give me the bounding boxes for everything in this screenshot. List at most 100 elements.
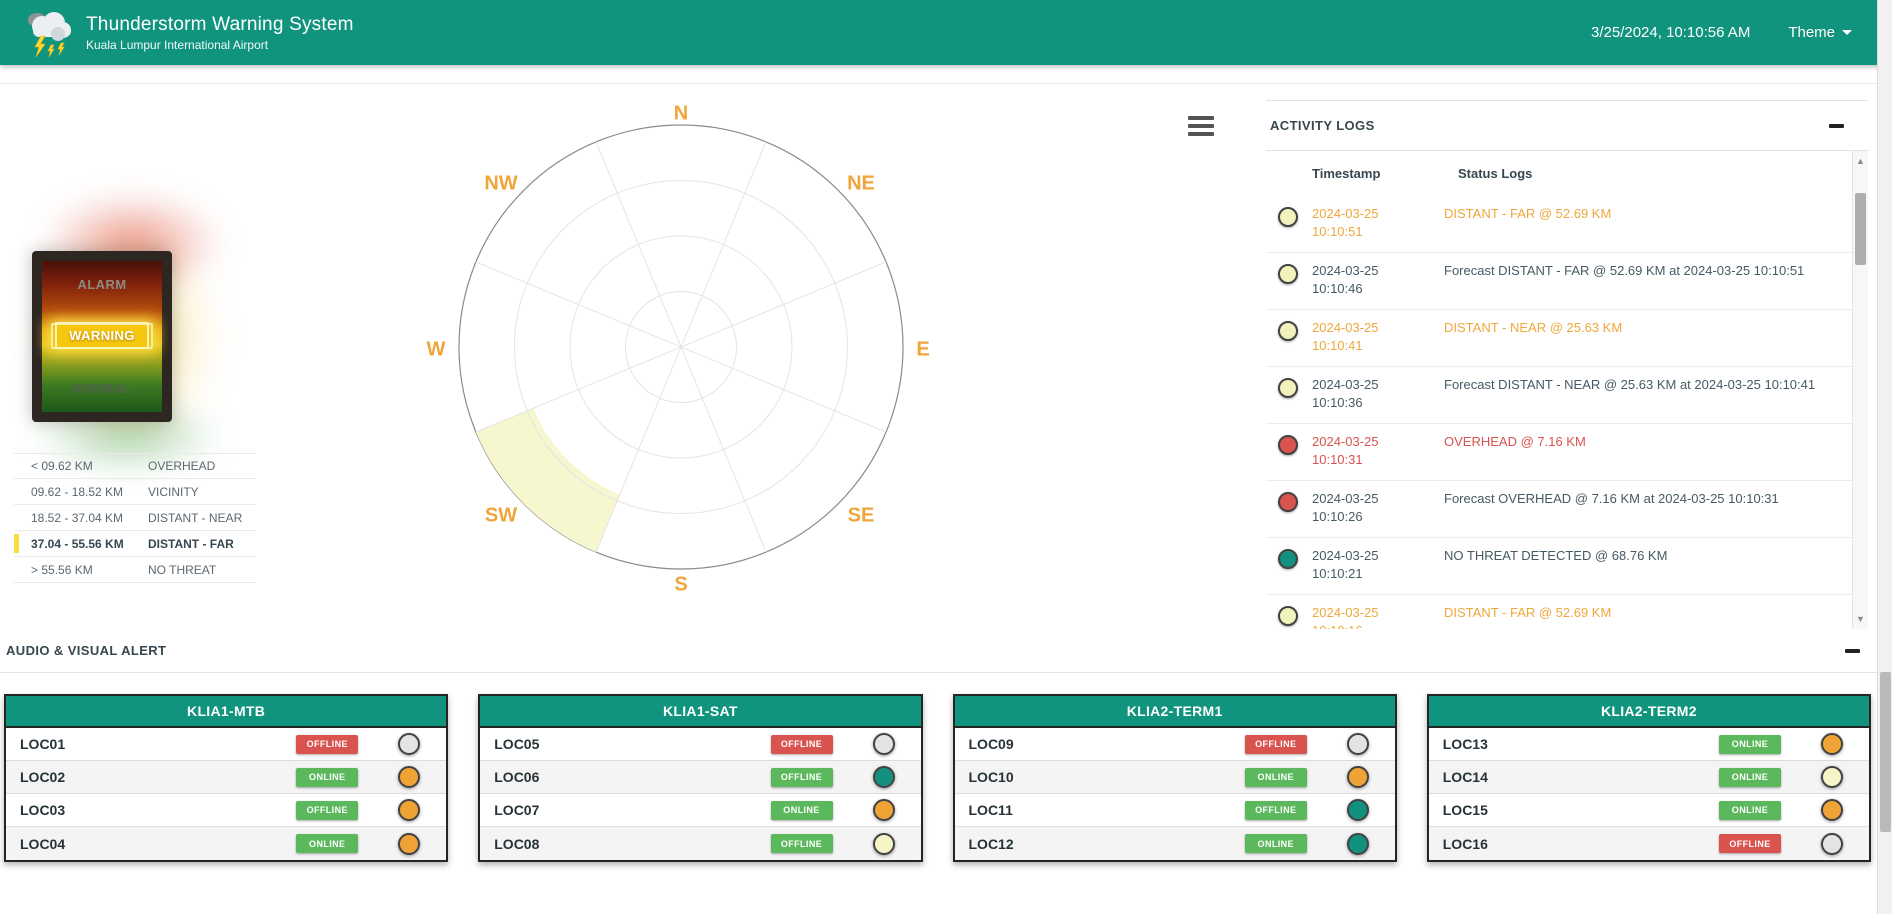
log-time: 10:10:31 (1312, 452, 1363, 467)
status-badge: OFFLINE (296, 800, 359, 820)
legend-label: OVERHEAD (148, 459, 216, 473)
card-title: KLIA2-TERM2 (1428, 696, 1869, 728)
legend-label: VICINITY (148, 484, 199, 499)
theme-label: Theme (1788, 24, 1835, 41)
activity-logs-title: ACTIVITY LOGS (1270, 118, 1375, 133)
alert-card: KLIA1-MTB LOC01 OFFLINE LOC02 ONLINE LOC… (4, 694, 449, 862)
location-label: LOC02 (20, 769, 66, 785)
log-message: DISTANT - NEAR @ 25.63 KM (1444, 320, 1623, 335)
location-row: LOC15 ONLINE (1428, 794, 1869, 827)
card-title: KLIA1-SAT (480, 696, 921, 728)
active-range-marker (14, 534, 19, 553)
clock: 3/25/2024, 10:10:56 AM (1591, 24, 1751, 41)
location-label: LOC04 (20, 835, 66, 852)
legend-row: 18.52 - 37.04 KM DISTANT - NEAR (14, 505, 256, 531)
status-badge: ONLINE (1719, 767, 1781, 787)
card-title: KLIA1-MTB (6, 696, 447, 728)
status-badge: OFFLINE (1244, 734, 1307, 754)
logs-scrollbar-thumb[interactable] (1855, 193, 1866, 265)
location-row: LOC10 ONLINE (954, 761, 1395, 794)
active-range-marker (14, 482, 19, 501)
location-row: LOC07 ONLINE (480, 794, 921, 827)
scroll-up-icon[interactable]: ▲ (1853, 153, 1868, 169)
minus-icon (1845, 648, 1860, 653)
log-row: 2024-03-25 10:10:46 Forecast DISTANT - F… (1266, 253, 1852, 310)
log-date: 2024-03-25 (1312, 263, 1379, 278)
app-subtitle: Kuala Lumpur International Airport (86, 38, 269, 53)
log-severity-dot (1278, 606, 1298, 626)
page-scrollbar-thumb[interactable] (1880, 672, 1891, 832)
location-label: LOC09 (968, 736, 1014, 752)
location-label: LOC05 (494, 736, 540, 752)
status-indicator-light (872, 799, 895, 821)
audio-visual-title: AUDIO & VISUAL ALERT (6, 643, 167, 658)
location-row: LOC08 OFFLINE (480, 827, 921, 860)
collapse-audio-visual-button[interactable] (1843, 643, 1862, 659)
chevron-down-icon (1842, 30, 1852, 35)
log-row: 2024-03-25 10:10:31 OVERHEAD @ 7.16 KM (1266, 424, 1852, 481)
status-column-header: Status Logs (1458, 166, 1533, 181)
log-time: 10:10:41 (1312, 338, 1363, 353)
log-severity-dot (1278, 321, 1298, 341)
location-row: LOC13 ONLINE (1428, 728, 1869, 761)
status-badge: OFFLINE (770, 767, 833, 787)
location-label: LOC12 (968, 835, 1014, 852)
log-date: 2024-03-25 (1312, 605, 1379, 620)
log-timestamp: 2024-03-25 10:10:31 (1312, 433, 1444, 480)
log-time: 10:10:36 (1312, 395, 1363, 410)
legend-range: < 09.62 KM (31, 459, 93, 473)
collapse-logs-button[interactable] (1827, 118, 1846, 134)
location-label: LOC14 (1442, 769, 1488, 785)
location-row: LOC03 OFFLINE (6, 794, 447, 827)
log-date: 2024-03-25 (1312, 206, 1379, 221)
log-row: 2024-03-25 10:10:26 Forecast OVERHEAD @ … (1266, 481, 1852, 538)
log-message: OVERHEAD @ 7.16 KM (1444, 434, 1586, 449)
legend-label: NO THREAT (148, 562, 217, 577)
logs-scrollbar[interactable]: ▲ ▼ (1852, 151, 1868, 629)
status-badge: OFFLINE (1719, 834, 1781, 853)
location-row: LOC11 OFFLINE (954, 794, 1395, 827)
panel-divider (0, 83, 1892, 84)
theme-dropdown[interactable]: Theme (1788, 24, 1852, 41)
status-badge: ONLINE (1244, 767, 1307, 787)
threat-legend: < 09.62 KM OVERHEAD 09.62 - 18.52 KM VIC… (14, 453, 256, 583)
location-label: LOC13 (1442, 736, 1488, 752)
legend-row: < 09.62 KM OVERHEAD (14, 453, 256, 479)
status-indicator-light (1346, 733, 1369, 755)
location-label: LOC15 (1442, 802, 1488, 818)
log-severity-dot (1278, 549, 1298, 569)
log-row: 2024-03-25 10:10:16 DISTANT - FAR @ 52.6… (1266, 595, 1852, 629)
log-time: 10:10:26 (1312, 509, 1363, 524)
log-time: 10:10:46 (1312, 281, 1363, 296)
compass-label-e: E (916, 338, 930, 361)
location-row: LOC12 ONLINE (954, 827, 1395, 860)
log-message: Forecast OVERHEAD @ 7.16 KM at 2024-03-2… (1444, 491, 1779, 506)
status-badge: OFFLINE (770, 834, 833, 853)
active-range-marker (14, 508, 19, 527)
status-indicator-light (1346, 799, 1369, 821)
location-label: LOC06 (494, 769, 540, 785)
status-indicator-light (1821, 766, 1843, 788)
status-badge: ONLINE (296, 767, 359, 787)
hamburger-menu-icon[interactable] (1188, 114, 1214, 138)
scroll-down-icon[interactable]: ▼ (1853, 611, 1868, 627)
page-scrollbar[interactable] (1877, 0, 1892, 914)
legend-label: DISTANT - FAR (148, 536, 234, 551)
location-label: LOC16 (1442, 835, 1488, 852)
app-header: Thunderstorm Warning System Kuala Lumpur… (0, 0, 1892, 65)
status-badge: OFFLINE (296, 734, 359, 754)
location-label: LOC07 (494, 802, 540, 818)
log-timestamp: 2024-03-25 10:10:41 (1312, 319, 1444, 366)
log-timestamp: 2024-03-25 10:10:36 (1312, 376, 1444, 423)
log-severity-dot (1278, 492, 1298, 512)
activity-logs-panel: ACTIVITY LOGS Timestamp Status Logs 2024… (1266, 100, 1868, 630)
level-normal: NORMAL (72, 381, 132, 397)
log-timestamp: 2024-03-25 10:10:21 (1312, 547, 1444, 594)
legend-row: 37.04 - 55.56 KM DISTANT - FAR (14, 531, 256, 557)
log-severity-dot (1278, 207, 1298, 227)
app-title: Thunderstorm Warning System (86, 13, 354, 35)
status-indicator-light (1346, 832, 1369, 855)
status-badge: ONLINE (296, 834, 359, 853)
status-badge: OFFLINE (1244, 800, 1307, 820)
audio-visual-titlebar: AUDIO & VISUAL ALERT (0, 629, 1892, 673)
